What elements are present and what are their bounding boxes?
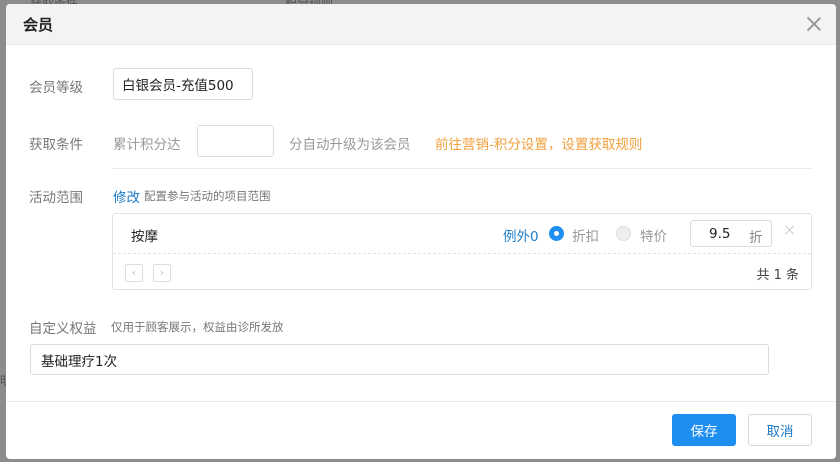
condition-label: 获取条件 xyxy=(29,137,83,153)
modal-title: 会员 xyxy=(23,15,54,34)
points-input[interactable] xyxy=(197,125,274,157)
close-icon[interactable] xyxy=(804,14,824,34)
save-button[interactable]: 保存 xyxy=(672,414,736,446)
cancel-button[interactable]: 取消 xyxy=(748,414,812,446)
prev-page-button[interactable]: ‹ xyxy=(125,264,143,282)
remove-icon[interactable] xyxy=(783,224,797,238)
footer-divider xyxy=(6,401,836,402)
special-price-radio-label: 特价 xyxy=(640,229,667,245)
custom-label: 自定义权益 xyxy=(29,321,97,337)
discount-input[interactable]: 9.5 折 xyxy=(690,220,772,247)
divider xyxy=(112,168,812,169)
level-label: 会员等级 xyxy=(29,80,83,96)
member-modal: 会员 会员等级 白银会员-充值500 获取条件 累计积分达 分自动升级为该会员 … xyxy=(6,4,836,459)
custom-benefit-input[interactable]: 基础理疗1次 xyxy=(30,344,769,375)
discount-radio-label: 折扣 xyxy=(572,229,599,245)
custom-benefit-value: 基础理疗1次 xyxy=(41,353,118,370)
level-field[interactable]: 白银会员-充值500 xyxy=(113,68,253,100)
scope-items-panel: 按摩 例外0 折扣 特价 9.5 折 ‹ › 共 1 条 xyxy=(112,213,812,290)
modal-header: 会员 xyxy=(6,4,836,45)
exception-link[interactable]: 例外0 xyxy=(503,225,539,245)
item-name: 按摩 xyxy=(131,229,158,245)
next-page-button[interactable]: › xyxy=(153,264,171,282)
scope-hint: 配置参与活动的项目范围 xyxy=(144,189,271,203)
discount-radio[interactable] xyxy=(549,226,564,241)
points-settings-link[interactable]: 前往营销-积分设置，设置获取规则 xyxy=(435,133,642,153)
list-item: 按摩 例外0 折扣 特价 9.5 折 xyxy=(113,214,811,254)
discount-value: 9.5 xyxy=(709,226,731,242)
discount-unit: 折 xyxy=(749,230,763,246)
condition-prefix: 累计积分达 xyxy=(113,137,181,153)
custom-hint: 仅用于顾客展示，权益由诊所发放 xyxy=(111,320,284,334)
level-value: 白银会员-充值500 xyxy=(122,78,234,94)
special-price-radio[interactable] xyxy=(616,226,631,241)
scope-edit-link[interactable]: 修改 xyxy=(113,186,140,206)
condition-suffix: 分自动升级为该会员 xyxy=(289,137,411,153)
total-count: 共 1 条 xyxy=(756,268,799,283)
scope-label: 活动范围 xyxy=(29,190,83,206)
